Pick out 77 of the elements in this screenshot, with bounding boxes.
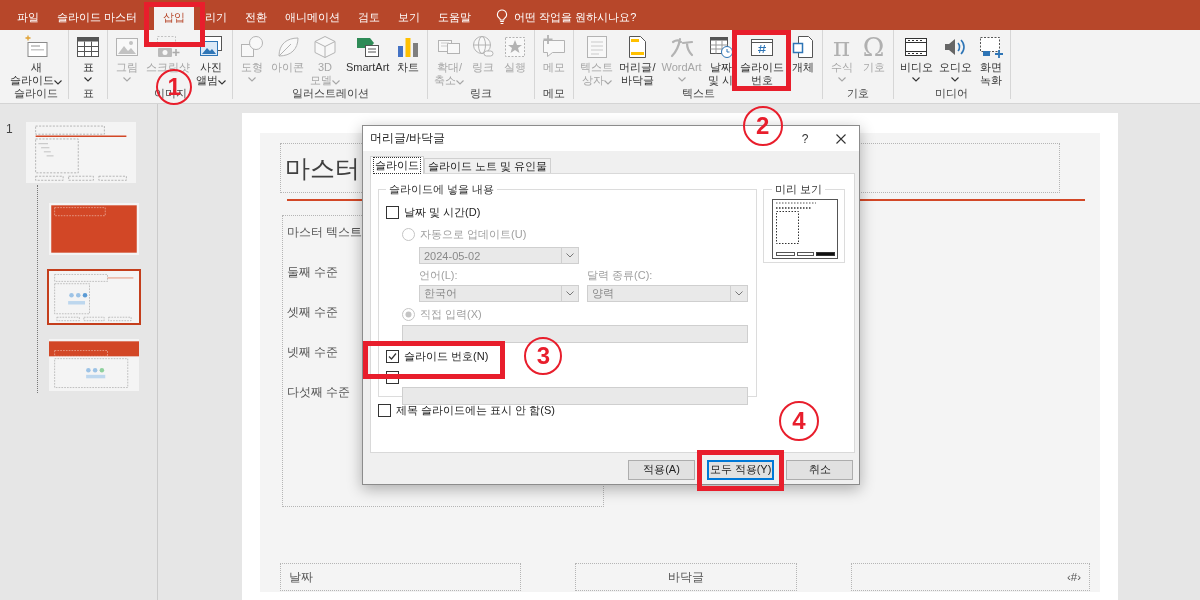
ribbon-tab[interactable]: 리기 (196, 4, 237, 30)
outline-level-text: 넷째 수준 (287, 345, 339, 359)
dialog-button[interactable]: 취소 (786, 459, 853, 480)
camera-icon (155, 34, 181, 60)
help-button[interactable]: ? (787, 126, 823, 151)
field-label: 언어(L): (419, 268, 459, 283)
dialog-button[interactable]: 적용(A) (628, 459, 695, 480)
outline-level-text: 다섯째 수준 (287, 385, 351, 399)
footer-text-box[interactable]: 바닥글 (575, 563, 797, 591)
group-label: 일러스트레이션 (290, 87, 370, 99)
close-icon (836, 133, 846, 144)
ribbon-tab[interactable]: 도움말 (429, 4, 481, 30)
smartart-button[interactable]: SmartArt (343, 34, 393, 74)
dialog-button[interactable]: 모두 적용(Y) (707, 459, 774, 480)
group-title: 미리 보기 (774, 182, 824, 197)
object-button[interactable]: 개체 (786, 34, 819, 74)
outline-level-text: 셋째 수준 (287, 305, 339, 319)
table-button[interactable]: 표 (72, 34, 104, 82)
slide-preview-drawing (772, 199, 838, 259)
tell-me-field[interactable]: 어떤 작업을 원하시나요? (514, 4, 655, 30)
header-footer-button[interactable]: 머리글/ 바닥글 (616, 34, 659, 87)
slide-thumbnail[interactable] (47, 337, 141, 393)
ribbon-tab[interactable]: 보기 (389, 4, 430, 30)
group-label: 슬라이드 (13, 87, 59, 99)
new-slide-button[interactable]: 새 슬라이드 (7, 34, 65, 87)
omega-icon: Ω (860, 34, 887, 60)
hide-on-title-checkbox[interactable]: 제목 슬라이드에는 표시 안 함(S) (378, 403, 555, 418)
slide-number-label: 1 (5, 122, 14, 136)
step-marker: 4 (779, 400, 819, 441)
group-label: 텍스트 (680, 87, 716, 99)
globe-icon (470, 34, 497, 60)
cube-icon (312, 34, 338, 60)
slide-thumbnail[interactable] (47, 201, 141, 257)
group-title: 슬라이드에 넣을 내용 (388, 182, 496, 197)
ribbon-tab[interactable]: 슬라이드 마스터 (48, 4, 147, 30)
dialog-tab[interactable]: 슬라이드 (370, 156, 424, 174)
chevron-icon (566, 253, 574, 258)
group-label: 표 (81, 87, 95, 99)
group-label: 미디어 (934, 87, 970, 99)
pi-icon: π (828, 34, 855, 60)
highlight-frame (731, 30, 791, 91)
group-label: 기호 (845, 87, 870, 99)
comment-icon (541, 34, 568, 60)
step-marker: 3 (524, 337, 563, 375)
group-label: 링크 (469, 87, 494, 99)
audio-button[interactable]: 오디오 (935, 34, 975, 82)
highlight-frame (144, 2, 206, 47)
date-text-box[interactable]: 날짜 (280, 563, 521, 591)
chevron-icon (566, 291, 574, 296)
photo-album-button[interactable]: 사진 앨범 (193, 34, 229, 87)
date-time-button[interactable]: 날짜 및 시 (704, 34, 737, 87)
outline-level-text: 둘째 수준 (287, 265, 339, 279)
table-icon (75, 34, 101, 60)
slide-thumbnail[interactable] (47, 269, 141, 325)
shapes-icon (239, 34, 265, 60)
dialog-tab[interactable]: 슬라이드 노트 및 유인물 (424, 158, 552, 173)
dialog-title: 머리글/바닥글 (369, 131, 446, 146)
group-label: 메모 (542, 87, 567, 99)
slide-number-checkbox[interactable]: 슬라이드 번호(N) (386, 349, 489, 364)
slide-number-text-box[interactable]: ‹#› (851, 563, 1090, 591)
outline-level-text: 마스터 텍스트 (287, 225, 363, 239)
slide-thumbnail[interactable] (24, 120, 138, 185)
video-button[interactable]: 비디오 (896, 34, 936, 82)
lightbulb-icon (496, 9, 509, 25)
ribbon-tab[interactable]: 파일 (8, 4, 48, 30)
calendar-icon (707, 34, 734, 60)
ribbon-tab[interactable]: 검토 (349, 4, 390, 30)
date-time-checkbox[interactable]: 날짜 및 시간(D) (386, 205, 481, 220)
ribbon-tab[interactable]: 애니메이션 (276, 4, 350, 30)
field-label: 달력 종류(C): (587, 268, 653, 283)
screen-record-icon (977, 34, 1004, 60)
new-slide-icon (23, 34, 49, 60)
ribbon-tab[interactable]: 전환 (236, 4, 277, 30)
chevron-icon (735, 291, 743, 296)
chart-button[interactable]: 차트 (392, 34, 425, 74)
slide-number-button[interactable]: 슬라이드 번호 (736, 34, 787, 87)
screen-recording-button[interactable]: 화면 녹화 (974, 34, 1007, 87)
